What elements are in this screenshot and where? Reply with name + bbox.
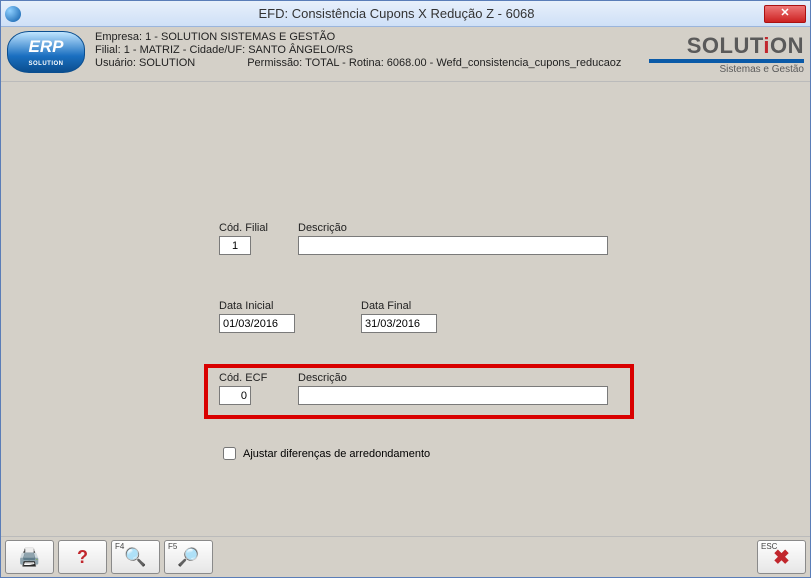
cod-filial-input[interactable] — [219, 236, 251, 255]
erp-logo-text: ERP — [29, 37, 64, 56]
solution-logo-on: ON — [770, 33, 804, 58]
app-icon — [5, 6, 21, 22]
data-final-input[interactable] — [361, 314, 437, 333]
solution-logo-main: SOLUT — [687, 33, 764, 58]
descricao-ecf-label: Descrição — [298, 372, 608, 384]
content-area: Cód. Filial Descrição Data Inicial Data … — [1, 82, 810, 536]
permissao-label: Permissão: TOTAL - Rotina: 6068.00 - Wef… — [247, 57, 621, 69]
descricao-filial-label: Descrição — [298, 222, 608, 234]
descricao-filial-input[interactable] — [298, 236, 608, 255]
refresh-search-icon: 🔎 — [177, 547, 199, 568]
usuario-label: Usuário: SOLUTION — [95, 57, 195, 69]
ajustar-label: Ajustar diferenças de arredondamento — [243, 448, 430, 460]
exit-button[interactable]: ESC ✖ — [757, 540, 806, 574]
refresh-button[interactable]: F5 🔎 — [164, 540, 213, 574]
titlebar: EFD: Consistência Cupons X Redução Z - 6… — [1, 1, 810, 27]
printer-icon: 🖨️ — [18, 547, 40, 568]
empresa-label: Empresa: 1 - SOLUTION SISTEMAS E GESTÃO — [95, 31, 649, 44]
cod-ecf-input[interactable] — [219, 386, 251, 405]
ajustar-checkbox[interactable] — [223, 447, 236, 460]
erp-logo-sub: SOLUTION — [8, 61, 84, 68]
bottom-toolbar: 🖨️ ? F4 🔍 F5 🔎 ESC ✖ — [1, 536, 810, 577]
esc-key-label: ESC — [761, 542, 777, 551]
solution-logo-i: i — [763, 33, 770, 58]
header-info: Empresa: 1 - SOLUTION SISTEMAS E GESTÃO … — [95, 31, 649, 70]
solution-logo-sub: Sistemas e Gestão — [649, 59, 804, 75]
descricao-ecf-input[interactable] — [298, 386, 608, 405]
cod-filial-label: Cód. Filial — [219, 222, 268, 234]
erp-logo: ERP SOLUTION — [7, 31, 85, 73]
search-button[interactable]: F4 🔍 — [111, 540, 160, 574]
f4-key-label: F4 — [115, 542, 124, 551]
window-frame: EFD: Consistência Cupons X Redução Z - 6… — [0, 0, 811, 578]
data-final-label: Data Final — [361, 300, 437, 312]
f5-key-label: F5 — [168, 542, 177, 551]
magnifier-icon: 🔍 — [124, 547, 146, 568]
print-button[interactable]: 🖨️ — [5, 540, 54, 574]
help-icon: ? — [77, 547, 88, 568]
filial-label: Filial: 1 - MATRIZ - Cidade/UF: SANTO ÂN… — [95, 44, 649, 57]
header-strip: ERP SOLUTION Empresa: 1 - SOLUTION SISTE… — [1, 27, 810, 82]
solution-logo: SOLUTiON Sistemas e Gestão — [649, 33, 804, 75]
help-button[interactable]: ? — [58, 540, 107, 574]
data-inicial-label: Data Inicial — [219, 300, 295, 312]
window-title: EFD: Consistência Cupons X Redução Z - 6… — [29, 6, 764, 21]
cod-ecf-label: Cód. ECF — [219, 372, 267, 384]
close-button[interactable]: ✕ — [764, 5, 806, 23]
data-inicial-input[interactable] — [219, 314, 295, 333]
